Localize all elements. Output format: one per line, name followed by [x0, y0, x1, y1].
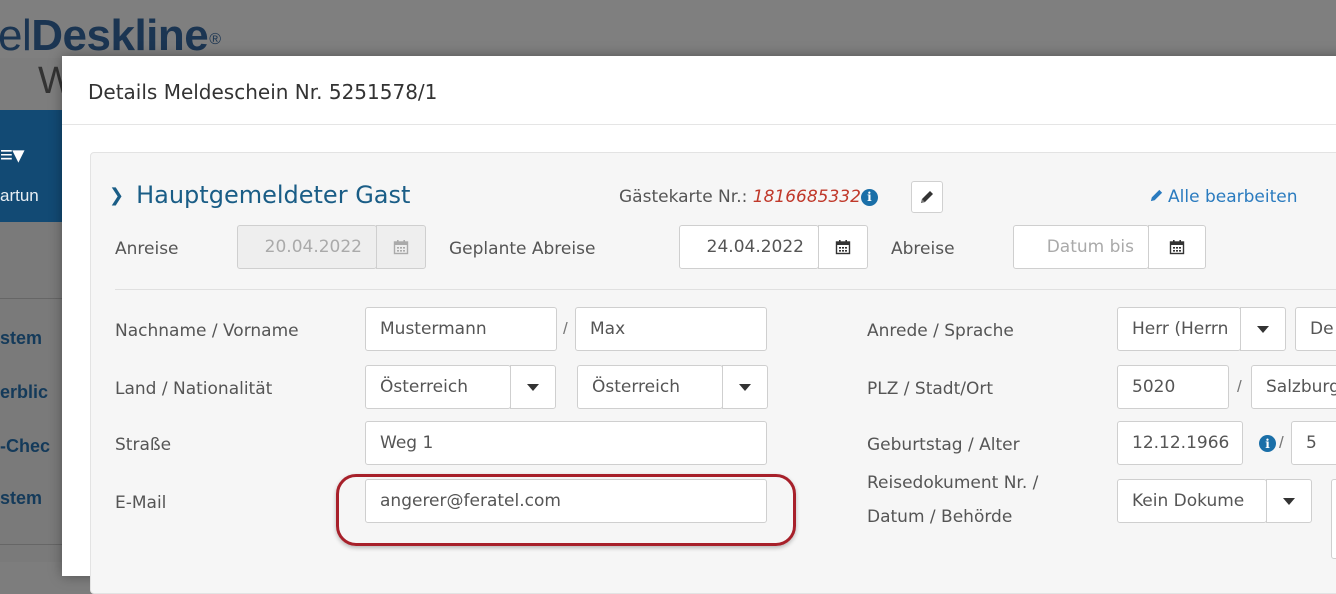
language-select[interactable]: De [1295, 307, 1336, 351]
nationality-dropdown-caret-icon[interactable] [722, 365, 768, 409]
edit-all-label: Alle bearbeiten [1168, 187, 1298, 207]
age-field[interactable]: 5 [1291, 421, 1336, 465]
logo-registered-mark: ® [209, 31, 221, 48]
modal-title: Details Meldeschein Nr. 5251578/1 [88, 80, 438, 104]
separator-slash: / [1237, 377, 1242, 396]
last-name-field[interactable]: Mustermann [365, 307, 557, 351]
name-label: Nachname / Vorname [115, 321, 299, 341]
salutation-dropdown-caret-icon[interactable] [1240, 307, 1286, 351]
first-name-field[interactable]: Max [575, 307, 767, 351]
arrival-date-field: 20.04.2022 [237, 225, 377, 269]
street-label: Straße [115, 435, 172, 455]
edit-guest-card-button[interactable] [911, 181, 943, 213]
planned-departure-calendar-button[interactable] [818, 225, 868, 269]
street-field[interactable]: Weg 1 [365, 421, 767, 465]
document-number-field[interactable] [1331, 479, 1336, 559]
logo-prefix: el [0, 11, 32, 60]
info-icon[interactable]: i [860, 188, 878, 206]
pencil-icon [921, 191, 933, 203]
planned-departure-label: Geplante Abreise [449, 239, 596, 259]
country-dropdown-caret-icon[interactable] [510, 365, 556, 409]
country-select[interactable]: Österreich [365, 365, 511, 409]
email-label: E-Mail [115, 493, 167, 513]
nationality-select[interactable]: Österreich [577, 365, 723, 409]
zip-city-label: PLZ / Stadt/Ort [867, 379, 993, 399]
departure-date-field[interactable]: Datum bis [1013, 225, 1149, 269]
sidebar-nav-label: artun [0, 186, 39, 205]
guest-card-number: 1816685332 [752, 187, 861, 207]
sidebar-item-2[interactable]: erblic [0, 382, 48, 403]
guest-card-label: Gästekarte Nr.: 1816685332 i [619, 187, 878, 207]
salutation-label: Anrede / Sprache [867, 321, 1014, 341]
edit-all-link[interactable]: Alle bearbeiten [1149, 187, 1297, 207]
country-label: Land / Nationalität [115, 379, 273, 399]
info-icon[interactable]: i [1259, 435, 1276, 452]
logo-brand: Deskline [31, 11, 209, 60]
menu-icon[interactable]: ≡▾ [0, 142, 24, 168]
departure-label: Abreise [891, 239, 955, 259]
sidebar-divider [0, 544, 62, 545]
sidebar-item-1[interactable]: stem [0, 328, 42, 349]
section-divider [115, 289, 1336, 290]
city-field[interactable]: Salzburg [1251, 365, 1336, 409]
calendar-icon [393, 240, 409, 255]
document-dropdown-caret-icon[interactable] [1266, 479, 1312, 523]
sidebar-divider [0, 298, 62, 299]
modal-header: Details Meldeschein Nr. 5251578/1 [62, 56, 1336, 125]
calendar-icon [835, 240, 851, 255]
email-highlight-annotation [336, 474, 796, 546]
sidebar-item-4[interactable]: stem [0, 488, 42, 509]
app-logo: elDeskline® [0, 14, 221, 58]
planned-departure-field[interactable]: 24.04.2022 [679, 225, 819, 269]
chevron-down-icon: ❯ [109, 185, 125, 206]
sidebar-item-3[interactable]: -Chec [0, 436, 50, 457]
pencil-icon [1150, 189, 1163, 202]
document-label-line2: Datum / Behörde [867, 507, 1013, 527]
calendar-icon [1169, 240, 1185, 255]
arrival-calendar-button [376, 225, 426, 269]
section-heading-text: Hauptgemeldeter Gast [136, 181, 411, 209]
separator-slash: / [563, 319, 568, 338]
birthday-field[interactable]: 12.12.1966 [1117, 421, 1243, 465]
departure-calendar-button[interactable] [1148, 225, 1206, 269]
zip-field[interactable]: 5020 [1117, 365, 1229, 409]
section-heading-toggle[interactable]: ❯ Hauptgemeldeter Gast [109, 181, 410, 209]
arrival-label: Anreise [115, 239, 179, 259]
guest-card-label-text: Gästekarte Nr.: [619, 187, 748, 207]
birthday-label: Geburtstag / Alter [867, 435, 1020, 455]
separator-slash: / [1279, 433, 1284, 452]
document-type-select[interactable]: Kein Dokume [1117, 479, 1267, 523]
salutation-select[interactable]: Herr (Herrn [1117, 307, 1241, 351]
document-label-line1: Reisedokument Nr. / [867, 473, 1039, 493]
